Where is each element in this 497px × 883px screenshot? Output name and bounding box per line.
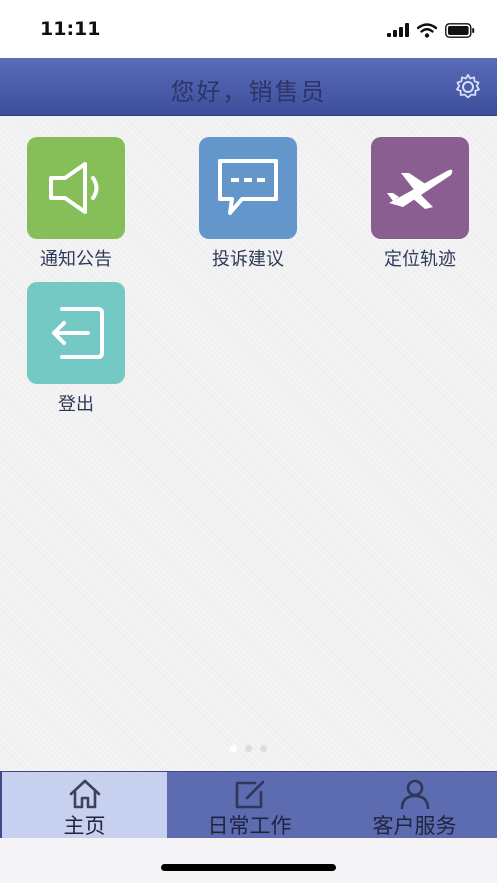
tile-feedback-label: 投诉建议 [212,249,284,270]
tab-customer-service-label: 客户服务 [372,814,457,838]
user-icon [400,779,429,810]
status-time: 11:11 [40,18,101,40]
airplane-icon [387,169,453,209]
tile-location-bg [371,137,469,239]
settings-button[interactable] [453,72,483,102]
status-icons [387,20,475,40]
page-title: 您好，销售员 [170,78,327,106]
tile-logout[interactable]: 登出 [16,282,136,416]
tab-daily-work[interactable]: 日常工作 [167,772,332,838]
main-content: 通知公告 投诉建议 定位轨迹 登出 [0,117,497,771]
tile-feedback-bg [199,137,297,239]
tab-bar: 主页 日常工作 客户服务 [0,771,497,838]
tab-daily-work-label: 日常工作 [207,814,292,838]
home-indicator[interactable] [161,864,336,871]
bottom-safe-area [0,838,497,883]
tile-notice[interactable]: 通知公告 [16,137,136,271]
app-header: 您好，销售员 [0,58,497,116]
status-bar: 11:11 [0,0,497,58]
logout-icon [52,307,104,359]
edit-icon [235,780,264,809]
home-icon [69,779,100,809]
signal-icon [387,23,409,37]
page-dot-1[interactable] [230,745,237,752]
tab-customer-service[interactable]: 客户服务 [332,772,497,838]
tab-home-label: 主页 [63,814,106,838]
gear-icon [456,74,480,99]
speaker-icon [49,162,99,214]
battery-icon [445,22,475,38]
wifi-icon [417,22,437,38]
tile-notice-label: 通知公告 [40,249,112,270]
tab-home[interactable]: 主页 [0,772,167,838]
tile-logout-bg [27,282,125,384]
chat-bubble-icon [218,159,278,215]
tile-logout-label: 登出 [58,394,94,415]
tile-location[interactable]: 定位轨迹 [360,137,480,271]
tile-location-label: 定位轨迹 [384,249,456,270]
page-indicator [0,745,497,752]
tile-notice-bg [27,137,125,239]
page-dot-2[interactable] [245,745,252,752]
tile-feedback[interactable]: 投诉建议 [188,137,308,271]
page-dot-3[interactable] [260,745,267,752]
